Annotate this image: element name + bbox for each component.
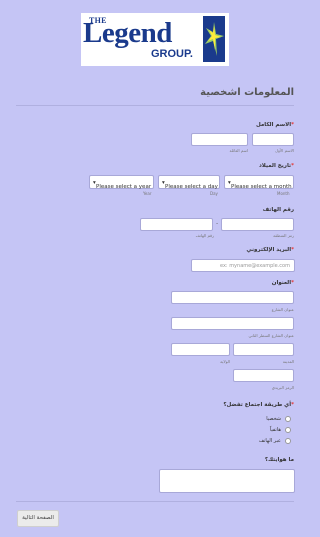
logo-text-legend: Legend — [83, 17, 172, 49]
first-name-input[interactable] — [252, 133, 294, 146]
year-select[interactable]: ▾ Please select a year — [89, 175, 154, 190]
first-name-sublabel: الاسم الأول — [275, 148, 294, 153]
year-sublabel: Year — [143, 191, 152, 196]
day-sublabel: Day — [210, 191, 218, 196]
zip-sublabel: الرمز البريدي — [271, 385, 294, 390]
city-sublabel: المدينة — [282, 359, 294, 364]
phone-number-input[interactable] — [140, 218, 213, 231]
phone-dash: - — [216, 220, 219, 227]
street-address-input[interactable] — [171, 291, 294, 304]
address-label: *العنوان — [271, 280, 294, 286]
email-label: *البريد الإلكتروني — [246, 247, 294, 253]
title-divider — [16, 105, 294, 106]
radio-phone-label: هاتفياً — [269, 427, 281, 433]
full-name-label: *الاسم الكامل — [255, 122, 294, 128]
star-burst-icon — [203, 16, 225, 62]
radio-in-person-label: شخصيا — [266, 416, 281, 422]
phone-number-sublabel: رقم الهاتف — [195, 233, 214, 238]
email-input[interactable]: ex: myname@example.com — [191, 259, 295, 272]
footer-divider — [16, 501, 294, 502]
hobbies-textarea[interactable] — [159, 469, 295, 493]
last-name-input[interactable] — [191, 133, 248, 146]
email-placeholder: ex: myname@example.com — [219, 263, 290, 269]
city-input[interactable] — [233, 343, 294, 356]
area-code-input[interactable] — [221, 218, 294, 231]
street-address-sublabel: عنوان الشارع — [271, 307, 294, 312]
state-input[interactable] — [171, 343, 230, 356]
state-sublabel: الولاية — [220, 359, 230, 364]
radio-in-person[interactable] — [285, 416, 291, 422]
radio-phone[interactable] — [285, 427, 291, 433]
street-address-2-input[interactable] — [171, 317, 294, 330]
month-sublabel: Month — [277, 191, 290, 196]
contact-method-label: *أي طريقة اجتماع تفضل؟ — [223, 402, 294, 408]
zip-input[interactable] — [233, 369, 294, 382]
radio-via-phone-label: عبر الهاتف — [258, 438, 281, 444]
logo-text-group: GROUP. — [151, 48, 193, 60]
last-name-sublabel: اسم العائلة — [229, 148, 248, 153]
hobbies-label: ما هوايتك؟ — [264, 457, 294, 463]
month-select[interactable]: ▾ Please select a month — [224, 175, 294, 190]
phone-label: رقم الهاتف — [262, 207, 294, 213]
next-page-button[interactable]: الصفحة التالية — [17, 510, 59, 527]
area-code-sublabel: رمز المنطقة — [273, 233, 294, 238]
radio-via-phone[interactable] — [285, 438, 291, 444]
day-select[interactable]: ▾ Please select a day — [158, 175, 220, 190]
street-address-2-sublabel: عنوان الشارع السطر الثاني — [248, 333, 294, 338]
company-logo: THE Legend GROUP. — [81, 13, 229, 66]
page-title: المعلومات اشخصية — [200, 87, 294, 98]
birth-date-label: *تاريخ الميلاد — [258, 163, 294, 169]
